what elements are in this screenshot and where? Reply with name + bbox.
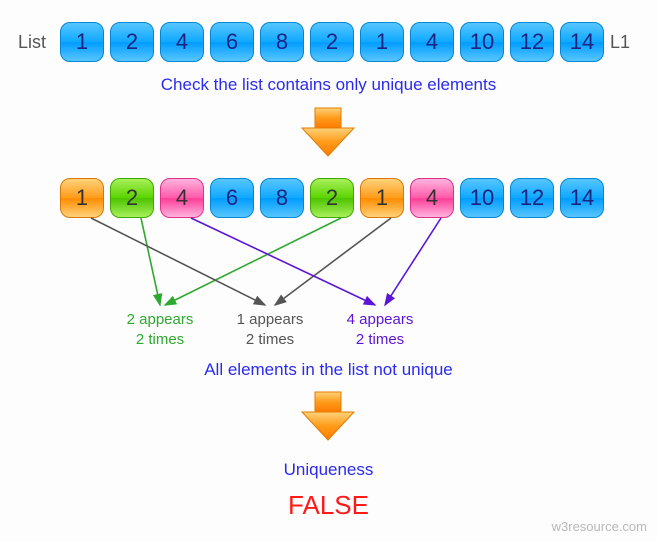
row2-cell-3: 6 [210,178,254,218]
row1-cell-10: 14 [560,22,604,62]
row1-cell-1: 2 [110,22,154,62]
line-1-b [275,218,391,305]
row1-cell-4: 8 [260,22,304,62]
row2-cell-0: 1 [60,178,104,218]
row2-cell-1: 2 [110,178,154,218]
caption-uniqueness: Uniqueness [0,460,657,480]
row1-cell-9: 12 [510,22,554,62]
row2-cell-5: 2 [310,178,354,218]
row1-cell-3: 6 [210,22,254,62]
appear-label-4: 4 appears2 times [335,310,425,351]
row1-cell-0: 1 [60,22,104,62]
row2-cell-6: 1 [360,178,404,218]
down-arrow-2-icon [302,392,354,440]
line-4-b [385,218,441,305]
caption-not-unique: All elements in the list not unique [0,360,657,380]
caption-check-unique: Check the list contains only unique elem… [0,75,657,95]
result-false: FALSE [0,490,657,521]
row1-cell-7: 4 [410,22,454,62]
row2-cell-2: 4 [160,178,204,218]
row2-cell-8: 10 [460,178,504,218]
row1-cell-8: 10 [460,22,504,62]
row2-cell-10: 14 [560,178,604,218]
line-4-a [191,218,375,305]
down-arrow-1-icon [302,108,354,156]
label-list-left: List [18,32,46,53]
row2-cell-9: 12 [510,178,554,218]
appear-label-2: 2 appears2 times [115,310,205,351]
row1-cell-5: 2 [310,22,354,62]
row2-cell-4: 8 [260,178,304,218]
appear-label-1: 1 appears2 times [225,310,315,351]
row1-cell-2: 4 [160,22,204,62]
line-2-a [141,218,160,305]
line-2-b [165,218,341,305]
row1-cell-6: 1 [360,22,404,62]
line-1-a [91,218,265,305]
label-list-right: L1 [610,32,630,53]
watermark: w3resource.com [552,519,647,534]
row2-cell-7: 4 [410,178,454,218]
